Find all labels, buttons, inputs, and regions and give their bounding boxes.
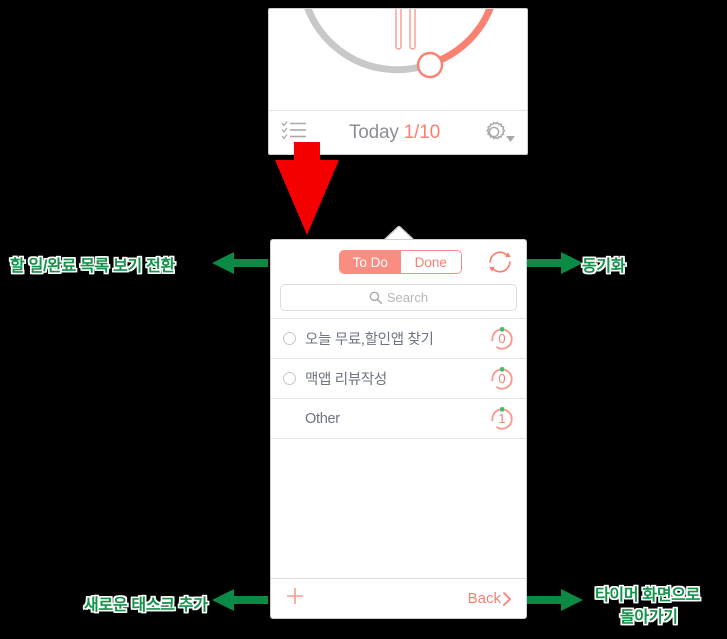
task-count: 1 — [498, 411, 506, 426]
status-badge: 0 — [488, 365, 516, 393]
search-input[interactable]: Search — [280, 284, 517, 311]
annotation-toggle-todo-done: 할 일/완료 목록 보기 전환 — [10, 258, 175, 275]
search-icon — [369, 291, 382, 304]
task-count: 0 — [498, 371, 506, 386]
search-placeholder-text: Search — [386, 290, 429, 305]
list-bottom-toolbar: Back — [271, 578, 526, 618]
table-row[interactable]: 오늘 무료,할인앱 찾기 0 — [271, 319, 526, 359]
table-row[interactable]: 맥앱 리뷰작성 0 — [271, 359, 526, 399]
arrow-to-sync-button — [527, 252, 583, 274]
annotation-back-to-timer-line1: 타이머 화면으로 — [595, 587, 701, 604]
list-header-toolbar: To Do Done — [271, 240, 526, 284]
timer-date-label: Today 1/10 — [349, 122, 440, 144]
chevron-right-icon — [503, 591, 511, 606]
pause-icon-bar-left[interactable] — [395, 9, 402, 50]
segment-todo[interactable]: To Do — [340, 251, 401, 273]
task-title: 오늘 무료,할인앱 찾기 — [305, 332, 434, 348]
task-checkbox[interactable] — [283, 332, 296, 345]
task-count: 0 — [498, 331, 506, 346]
task-title: 맥앱 리뷰작성 — [305, 372, 387, 388]
timer-handle-knob[interactable] — [416, 51, 444, 79]
status-badge: 0 — [488, 325, 516, 353]
search-row: Search — [271, 284, 526, 318]
timer-dial-svg[interactable] — [269, 9, 527, 109]
task-title: Other — [305, 410, 340, 427]
todo-done-segmented-control[interactable]: To Do Done — [339, 250, 462, 274]
annotation-add-new-task: 새로운 태스크 추가 — [84, 597, 208, 614]
red-down-arrow — [275, 142, 339, 235]
annotation-sync: 동기화 — [582, 258, 626, 275]
back-button-label: Back — [467, 590, 501, 607]
back-button[interactable]: Back — [468, 590, 512, 607]
sync-icon[interactable] — [486, 248, 514, 276]
task-list: 오늘 무료,할인앱 찾기 0 맥앱 리뷰작성 0 Other 1 — [271, 318, 526, 439]
timer-screen-panel: Today 1/10 — [268, 8, 528, 155]
status-badge: 1 — [488, 405, 516, 433]
task-list-panel: To Do Done Search 오늘 무료,할인앱 찾기 0 맥앱 리뷰작성… — [270, 239, 527, 619]
arrow-to-segmented-control — [212, 252, 268, 274]
timer-arc-area — [269, 9, 527, 109]
annotation-back-to-timer-line2: 돌아가기 — [620, 609, 678, 626]
pause-icon-bar-right[interactable] — [409, 9, 416, 50]
arrow-to-add-task-button — [212, 589, 268, 611]
timer-date-text: Today — [349, 121, 399, 143]
task-checkbox[interactable] — [283, 372, 296, 385]
segment-done[interactable]: Done — [401, 251, 462, 273]
table-row[interactable]: Other 1 — [271, 399, 526, 439]
timer-task-count: 1/10 — [403, 121, 440, 143]
gear-icon[interactable] — [482, 120, 515, 146]
plus-icon[interactable] — [285, 586, 305, 611]
caret-down-icon — [505, 135, 515, 142]
timer-arc-remaining — [426, 9, 494, 68]
arrow-to-back-button — [527, 589, 583, 611]
